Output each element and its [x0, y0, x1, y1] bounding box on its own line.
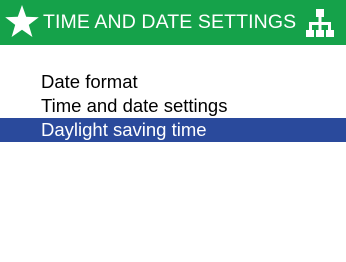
menu-item-date-format[interactable]: Date format [0, 70, 346, 94]
page-title: TIME AND DATE SETTINGS [43, 11, 297, 33]
title-bar: TIME AND DATE SETTINGS [0, 0, 346, 45]
settings-menu: Date format Time and date settings Dayli… [0, 70, 346, 142]
network-icon [306, 9, 334, 37]
menu-item-daylight-saving-time[interactable]: Daylight saving time [0, 118, 346, 142]
settings-screen: TIME AND DATE SETTINGS Date format Time … [0, 0, 346, 262]
menu-item-time-and-date-settings[interactable]: Time and date settings [0, 94, 346, 118]
star-icon [5, 5, 39, 37]
